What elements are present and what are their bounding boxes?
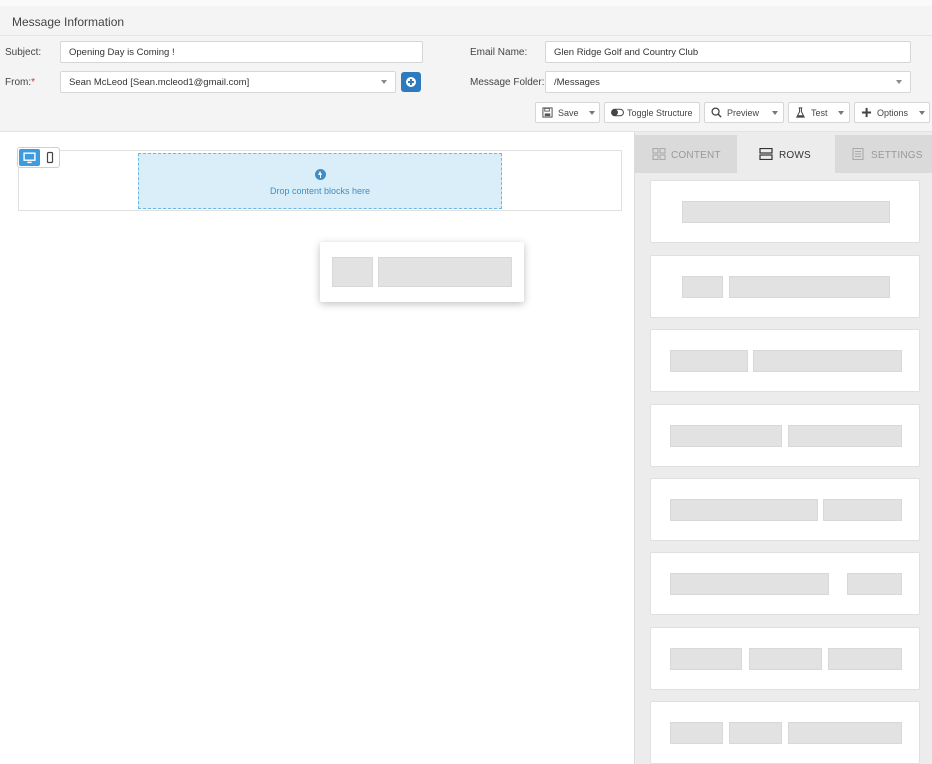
column-placeholder [670, 425, 782, 447]
rows-icon [759, 148, 773, 160]
row-layout-card[interactable] [650, 627, 920, 690]
chevron-down-icon [589, 111, 595, 115]
email-canvas[interactable] [0, 132, 632, 764]
search-icon [711, 107, 722, 118]
desktop-view-button[interactable] [19, 149, 40, 166]
chevron-down-icon [896, 80, 902, 84]
toggle-icon [611, 108, 624, 117]
subject-input[interactable]: Opening Day is Coming ! [60, 41, 423, 63]
column-placeholder [670, 573, 829, 595]
message-folder-select[interactable]: /Messages [545, 71, 911, 93]
chevron-down-icon [381, 80, 387, 84]
chevron-down-icon [838, 111, 844, 115]
tab-rows-label: ROWS [779, 150, 811, 161]
email-name-label: Email Name: [470, 47, 528, 58]
dropzone[interactable]: Drop content blocks here [138, 153, 502, 209]
preview-button[interactable]: Preview [704, 102, 784, 123]
preview-label: Preview [727, 108, 760, 118]
row-layout-card[interactable] [650, 255, 920, 318]
blocks-panel: CONTENT ROWS SETTINGS [634, 132, 932, 764]
toggle-structure-button[interactable]: Toggle Structure [604, 102, 700, 123]
chevron-down-icon [772, 111, 778, 115]
grid-icon [652, 148, 666, 160]
row-layout-card[interactable] [650, 180, 920, 243]
device-view-toggle [17, 147, 60, 168]
from-select-value: Sean McLeod [Sean.mcleod1@gmail.com] [69, 77, 250, 88]
subject-label: Subject: [5, 47, 42, 58]
column-placeholder [670, 499, 818, 521]
column-placeholder [753, 350, 902, 372]
row-layout-card[interactable] [650, 552, 920, 615]
row-layout-card[interactable] [650, 478, 920, 541]
message-folder-label: Message Folder: [470, 77, 545, 88]
email-name-input[interactable]: Glen Ridge Golf and Country Club [545, 41, 911, 63]
tab-rows[interactable]: ROWS [737, 135, 835, 173]
column-placeholder [729, 276, 890, 298]
settings-icon [852, 148, 864, 160]
required-marker: * [31, 77, 36, 88]
column-placeholder [670, 648, 742, 670]
column-placeholder [788, 425, 902, 447]
column-placeholder [682, 201, 890, 223]
column-placeholder [332, 257, 373, 287]
save-label: Save [558, 108, 579, 118]
from-label: From:* [5, 77, 36, 88]
message-folder-value: /Messages [554, 77, 600, 88]
from-select[interactable]: Sean McLeod [Sean.mcleod1@gmail.com] [60, 71, 396, 93]
options-label: Options [877, 108, 909, 118]
column-placeholder [670, 722, 723, 744]
tab-content[interactable]: CONTENT [635, 135, 737, 173]
panel-tabs: CONTENT ROWS SETTINGS [635, 135, 932, 173]
save-icon [542, 107, 553, 118]
desktop-icon [23, 152, 36, 164]
toggle-structure-label: Toggle Structure [627, 108, 693, 118]
mobile-view-button[interactable] [41, 149, 59, 166]
dropzone-text: Drop content blocks here [269, 186, 371, 196]
add-sender-button[interactable] [401, 72, 421, 92]
dragged-row-block[interactable] [320, 242, 524, 302]
column-placeholder [823, 499, 902, 521]
tab-content-label: CONTENT [671, 150, 721, 161]
test-label: Test [811, 108, 828, 118]
tab-settings-label: SETTINGS [871, 150, 923, 161]
column-placeholder [670, 350, 748, 372]
page-title: Message Information [12, 15, 125, 29]
flask-icon [796, 107, 805, 118]
tab-settings[interactable]: SETTINGS [835, 135, 932, 173]
upload-icon [315, 169, 326, 180]
test-button[interactable]: Test [788, 102, 850, 123]
column-placeholder [788, 722, 902, 744]
column-placeholder [847, 573, 902, 595]
chevron-down-icon [919, 111, 925, 115]
column-placeholder [828, 648, 902, 670]
column-placeholder [682, 276, 723, 298]
column-placeholder [729, 722, 782, 744]
row-layout-card[interactable] [650, 329, 920, 392]
plus-icon [861, 107, 872, 118]
column-placeholder [749, 648, 822, 670]
plus-circle-icon [406, 77, 416, 87]
save-button[interactable]: Save [535, 102, 600, 123]
options-button[interactable]: Options [854, 102, 930, 123]
column-placeholder [378, 257, 512, 287]
mobile-icon [46, 151, 54, 164]
row-layout-card[interactable] [650, 404, 920, 467]
message-info-header: Message Information [0, 6, 932, 36]
row-layout-card[interactable] [650, 701, 920, 764]
